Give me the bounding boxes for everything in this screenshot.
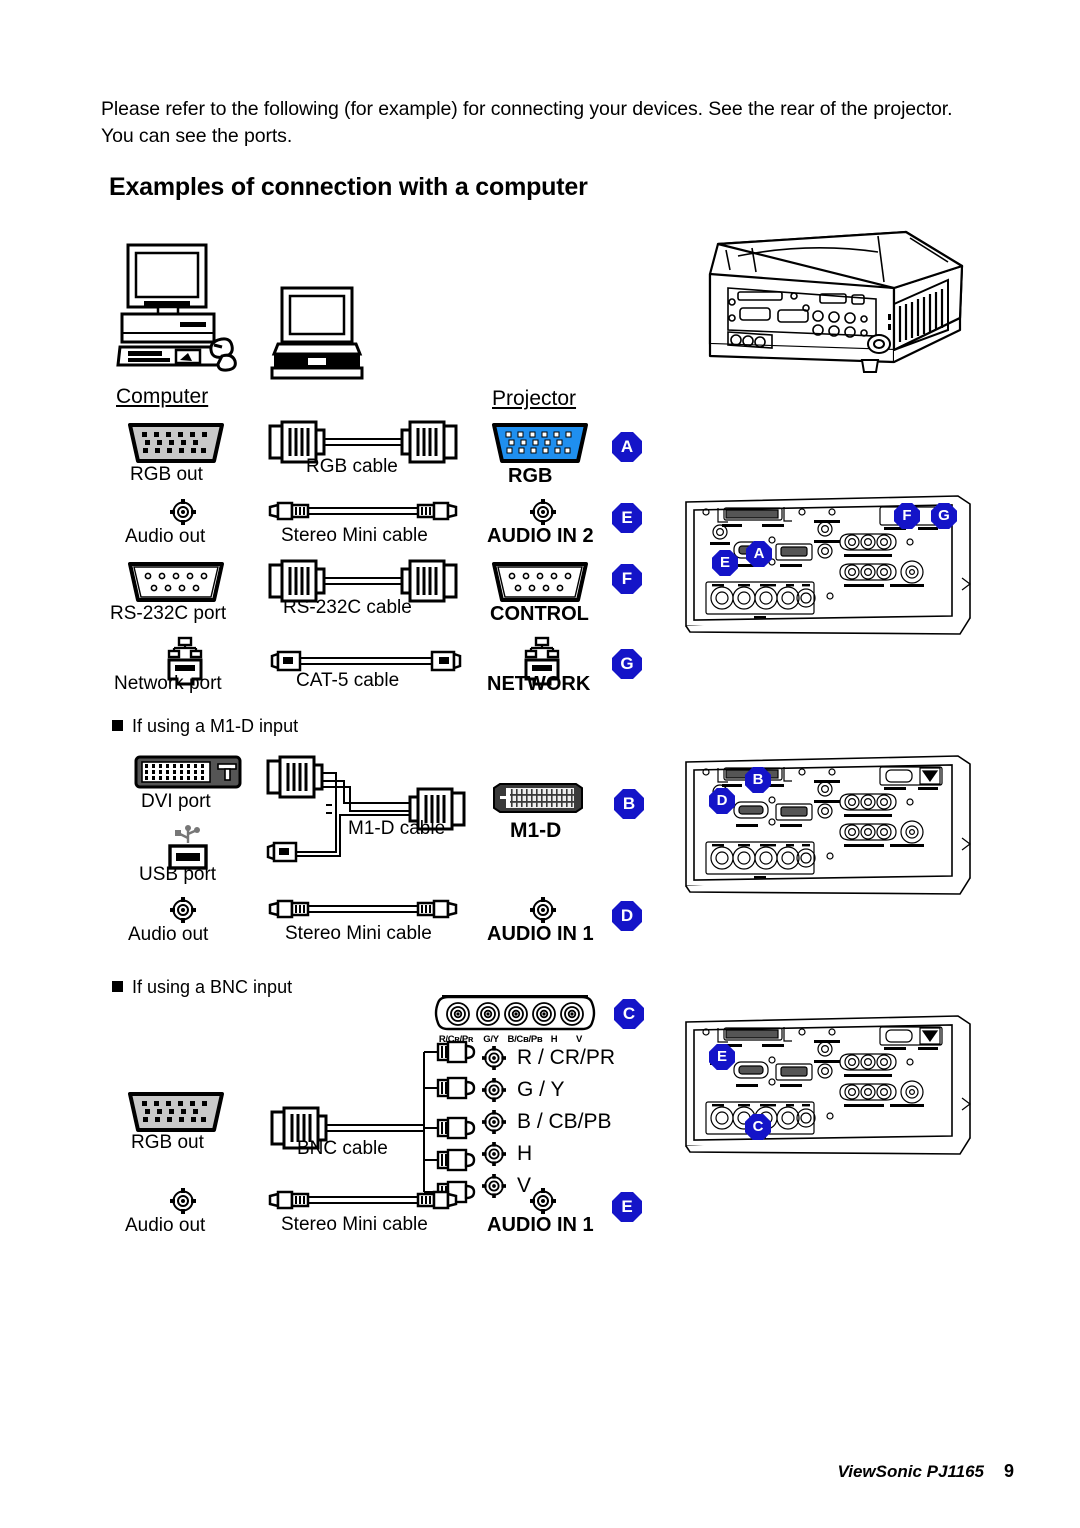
stereo-mini-cable-icon — [268, 1189, 458, 1211]
row-dest-label: NETWORK — [487, 673, 591, 695]
dvi-port-icon — [134, 755, 242, 789]
stereo-mini-jack-icon — [482, 1110, 506, 1134]
rear-panel-photo-2 — [684, 754, 972, 896]
row-source-label: DVI port — [141, 791, 211, 812]
bnc-line-label: V — [517, 1174, 532, 1197]
panel-badge-f: F — [894, 503, 920, 529]
stereo-mini-cable-icon — [268, 500, 458, 522]
page-number: 9 — [1003, 1461, 1014, 1481]
stereo-mini-jack-icon — [530, 897, 556, 923]
dsub-15-gray-icon — [126, 421, 226, 465]
callout-badge-c: C — [614, 999, 644, 1029]
row-cable-label: RGB cable — [306, 456, 398, 477]
row-dest-label: RGB — [508, 465, 553, 487]
row-cable-label: Stereo Mini cable — [281, 1214, 428, 1235]
panel-badge-g: G — [931, 503, 957, 529]
row-cable-label: M1-D cable — [348, 818, 446, 839]
row-source-label: Network port — [114, 673, 222, 694]
bnc-line-label: G / Y — [517, 1078, 565, 1101]
panel-badge-a: A — [746, 541, 772, 567]
bullet-square-icon — [112, 720, 123, 731]
laptop-illustration — [270, 286, 364, 382]
row-dest-label: AUDIO IN 1 — [487, 1214, 594, 1236]
row-source-label: RGB out — [130, 464, 203, 485]
m1d-cable-icon — [266, 755, 466, 877]
row-cable-label: RS-232C cable — [283, 597, 412, 618]
dsub-9-icon — [126, 560, 226, 604]
stereo-mini-cable-icon — [268, 898, 458, 920]
panel-badge-d: D — [709, 788, 735, 814]
stereo-mini-jack-icon — [170, 1188, 196, 1214]
page-title: Examples of connection with a computer — [109, 173, 588, 201]
bnc-jack-list: R / CR/PR G / Y B / CB/PB H V — [482, 1042, 615, 1202]
bnc-line-label: B / CB/PB — [517, 1110, 612, 1133]
bnc-jack-row: G / Y — [482, 1074, 615, 1106]
bnc-line-label: R / CR/PR — [517, 1046, 616, 1069]
row-source-label: Audio out — [125, 526, 206, 547]
projector-illustration — [648, 226, 970, 386]
stereo-mini-jack-icon — [170, 897, 196, 923]
callout-badge-f: F — [612, 564, 642, 594]
section-heading-m1d: If using a M1-D input — [112, 716, 298, 737]
stereo-mini-jack-icon — [482, 1174, 506, 1198]
bnc-block-icon — [434, 995, 596, 1037]
row-cable-label: Stereo Mini cable — [285, 923, 432, 944]
desktop-computer-illustration — [116, 243, 268, 383]
footer-brand: ViewSonic PJ1165 — [837, 1462, 984, 1481]
column-header-projector: Projector — [492, 387, 577, 410]
row-cable-label: BNC cable — [297, 1138, 388, 1159]
stereo-mini-jack-icon — [530, 499, 556, 525]
panel-badge-e: E — [712, 550, 738, 576]
callout-badge-g: G — [612, 649, 642, 679]
callout-badge-b: B — [614, 789, 644, 819]
stereo-mini-jack-icon — [482, 1046, 506, 1070]
stereo-mini-jack-icon — [482, 1142, 506, 1166]
bnc-jack-row: B / CB/PB — [482, 1106, 615, 1138]
stereo-mini-jack-icon — [482, 1078, 506, 1102]
panel-badge-c-3: C — [745, 1114, 771, 1140]
row-cable-label: Stereo Mini cable — [281, 525, 428, 546]
row-dest-label: CONTROL — [490, 603, 589, 625]
dsub-9-icon — [490, 560, 590, 604]
callout-badge-e-bnc: E — [612, 1192, 642, 1222]
row-cable-label: CAT-5 cable — [296, 670, 400, 691]
row-dest-label: AUDIO IN 1 — [487, 923, 594, 945]
cat5-cable-icon — [270, 650, 462, 672]
rear-panel-photo-3 — [684, 1014, 972, 1156]
row-source-label: RGB out — [131, 1132, 204, 1153]
column-header-computer: Computer — [116, 385, 209, 408]
intro-paragraph: Please refer to the following (for examp… — [101, 98, 953, 147]
bnc-line-label: H — [517, 1142, 533, 1165]
panel-badge-e-3: E — [709, 1044, 735, 1070]
callout-badge-e: E — [612, 503, 642, 533]
m1d-connector-icon — [492, 782, 584, 814]
dsub-15-blue-icon — [490, 421, 590, 465]
callout-badge-a: A — [612, 432, 642, 462]
dsub-15-gray-icon — [126, 1090, 226, 1134]
bnc-jack-row: H — [482, 1138, 615, 1170]
row-dest-label: AUDIO IN 2 — [487, 525, 594, 547]
row-source-label: Audio out — [125, 1215, 206, 1236]
stereo-mini-jack-icon — [170, 499, 196, 525]
bnc-jack-row: R / CR/PR — [482, 1042, 615, 1074]
bullet-square-icon — [112, 981, 123, 992]
row-dest-label: M1-D — [510, 819, 562, 842]
row-source-label: Audio out — [128, 924, 209, 945]
manual-page: Please refer to the following (for examp… — [0, 0, 1080, 1528]
callout-badge-d: D — [612, 901, 642, 931]
bnc-cable-icon — [270, 1040, 488, 1204]
section-heading-bnc: If using a BNC input — [112, 977, 292, 998]
row-source-label: RS-232C port — [110, 603, 227, 624]
stereo-mini-jack-icon — [530, 1188, 556, 1214]
row-source-label-2: USB port — [139, 864, 217, 885]
panel-badge-b: B — [745, 767, 771, 793]
